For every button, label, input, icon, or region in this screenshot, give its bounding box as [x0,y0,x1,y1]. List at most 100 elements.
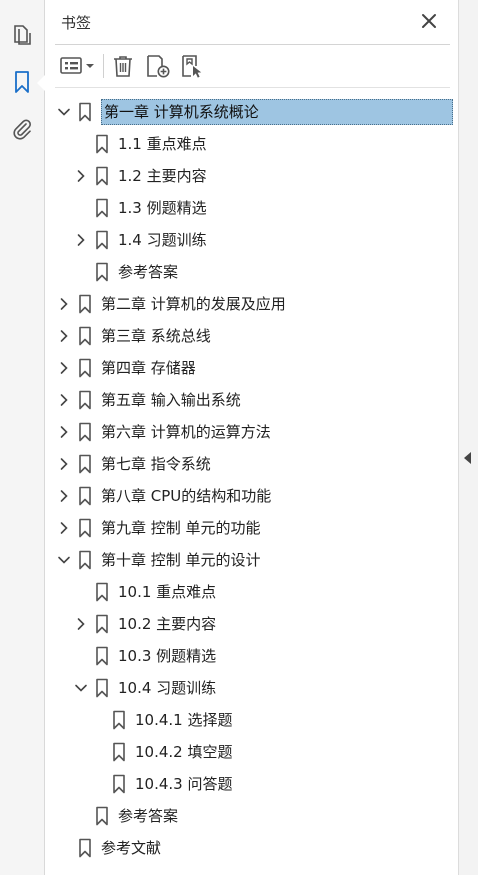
bookmark-label: 第十章 控制 单元的设计 [101,551,261,569]
bookmark-item[interactable]: 第三章 系统总线 [45,320,458,352]
collapse-chevron-icon[interactable] [57,105,71,119]
delete-icon [114,56,132,77]
panel-header: 书签 [45,0,458,44]
bookmark-item[interactable]: 10.4.1 选择题 [45,704,458,736]
bookmark-item[interactable]: 第五章 输入输出系统 [45,384,458,416]
options-menu-button[interactable] [59,52,97,80]
bookmark-label: 10.1 重点难点 [118,583,217,601]
bookmarks-toolbar [45,48,458,86]
bookmark-item-icon [79,294,91,314]
right-panel-toggle-strip[interactable] [458,0,478,875]
bookmark-item-icon [96,166,108,186]
bookmark-item[interactable]: 参考答案 [45,256,458,288]
toolbar-separator [103,54,104,78]
bookmark-label: 参考答案 [118,263,179,281]
bookmark-label: 第一章 计算机系统概论 [101,99,453,125]
expand-chevron-icon[interactable] [57,521,71,535]
bookmark-item[interactable]: 1.1 重点难点 [45,128,458,160]
bookmark-label: 第四章 存储器 [101,359,196,377]
close-icon [422,14,436,28]
new-bookmark-icon [147,55,170,78]
bookmark-label: 10.4.2 填空题 [135,743,233,761]
bookmark-item[interactable]: 1.2 主要内容 [45,160,458,192]
bookmark-label: 1.2 主要内容 [118,167,207,185]
bookmark-item-icon [113,742,125,762]
attachments-button[interactable] [8,115,36,143]
bookmark-item-icon [113,710,125,730]
bookmark-item-icon [96,134,108,154]
expand-chevron-icon[interactable] [57,329,71,343]
bookmark-item-icon [79,326,91,346]
bookmark-label: 10.3 例题精选 [118,647,217,665]
collapse-chevron-icon[interactable] [74,681,88,695]
bookmark-item[interactable]: 第八章 CPU的结构和功能 [45,480,458,512]
bookmark-item-icon [79,358,91,378]
bookmark-item-icon [79,390,91,410]
expand-chevron-icon[interactable] [57,297,71,311]
bookmark-item[interactable]: 10.1 重点难点 [45,576,458,608]
find-bookmark-icon [182,55,202,78]
bookmark-item-icon [113,774,125,794]
bookmarks-panel: 书签 第一章 计算机系统概论 1.1 重点难点 1.2 主要内容 1.3 例题精… [45,0,458,875]
bookmark-item-icon [96,582,108,602]
bookmark-label: 第七章 指令系统 [101,455,211,473]
bookmark-item-icon [79,102,91,122]
bookmark-icon [15,71,29,93]
bookmark-label: 10.2 主要内容 [118,615,217,633]
bookmark-item-icon [96,198,108,218]
bookmark-item[interactable]: 第二章 计算机的发展及应用 [45,288,458,320]
bookmark-item[interactable]: 第十章 控制 单元的设计 [45,544,458,576]
delete-bookmark-button[interactable] [111,52,135,80]
find-current-bookmark-button[interactable] [179,52,205,80]
bookmark-item[interactable]: 第四章 存储器 [45,352,458,384]
attachment-icon [13,119,31,140]
bookmark-item[interactable]: 10.4.2 填空题 [45,736,458,768]
bookmark-item-icon [96,806,108,826]
bookmark-item-icon [79,518,91,538]
bookmark-item[interactable]: 10.4.3 问答题 [45,768,458,800]
bookmark-item[interactable]: 第一章 计算机系统概论 [45,96,458,128]
active-pointer [37,75,45,91]
bookmark-item[interactable]: 第六章 计算机的运算方法 [45,416,458,448]
toolbar-divider [55,87,450,88]
bookmark-item[interactable]: 参考文献 [45,832,458,864]
bookmark-item-icon [96,678,108,698]
bookmark-item[interactable]: 1.3 例题精选 [45,192,458,224]
bookmark-item-icon [96,230,108,250]
bookmark-label: 参考文献 [101,839,162,857]
expand-chevron-icon[interactable] [57,425,71,439]
expand-chevron-icon[interactable] [57,393,71,407]
bookmark-label: 1.1 重点难点 [118,135,207,153]
expand-chevron-icon[interactable] [57,361,71,375]
bookmark-label: 10.4 习题训练 [118,679,217,697]
bookmark-label: 1.3 例题精选 [118,199,207,217]
bookmark-item[interactable]: 1.4 习题训练 [45,224,458,256]
header-divider [55,44,450,45]
expand-left-arrow-icon [464,452,471,464]
bookmark-item-icon [79,838,91,858]
expand-chevron-icon[interactable] [74,233,88,247]
bookmark-item[interactable]: 第七章 指令系统 [45,448,458,480]
bookmark-label: 10.4.1 选择题 [135,711,233,729]
new-bookmark-button[interactable] [145,52,171,80]
left-tool-rail [0,0,45,875]
bookmark-item[interactable]: 10.3 例题精选 [45,640,458,672]
bookmark-item[interactable]: 10.2 主要内容 [45,608,458,640]
bookmark-label: 第八章 CPU的结构和功能 [101,487,272,505]
pages-button[interactable] [8,21,36,49]
bookmark-item-icon [96,614,108,634]
collapse-chevron-icon[interactable] [57,553,71,567]
bookmark-label: 第六章 计算机的运算方法 [101,423,271,441]
expand-chevron-icon[interactable] [57,489,71,503]
bookmark-label: 1.4 习题训练 [118,231,207,249]
expand-chevron-icon[interactable] [74,617,88,631]
bookmark-item[interactable]: 参考答案 [45,800,458,832]
bookmark-item-icon [79,422,91,442]
bookmark-label: 10.4.3 问答题 [135,775,233,793]
bookmarks-button[interactable] [8,68,36,96]
expand-chevron-icon[interactable] [74,169,88,183]
expand-chevron-icon[interactable] [57,457,71,471]
close-panel-button[interactable] [420,12,438,30]
bookmark-item[interactable]: 第九章 控制 单元的功能 [45,512,458,544]
bookmark-item[interactable]: 10.4 习题训练 [45,672,458,704]
